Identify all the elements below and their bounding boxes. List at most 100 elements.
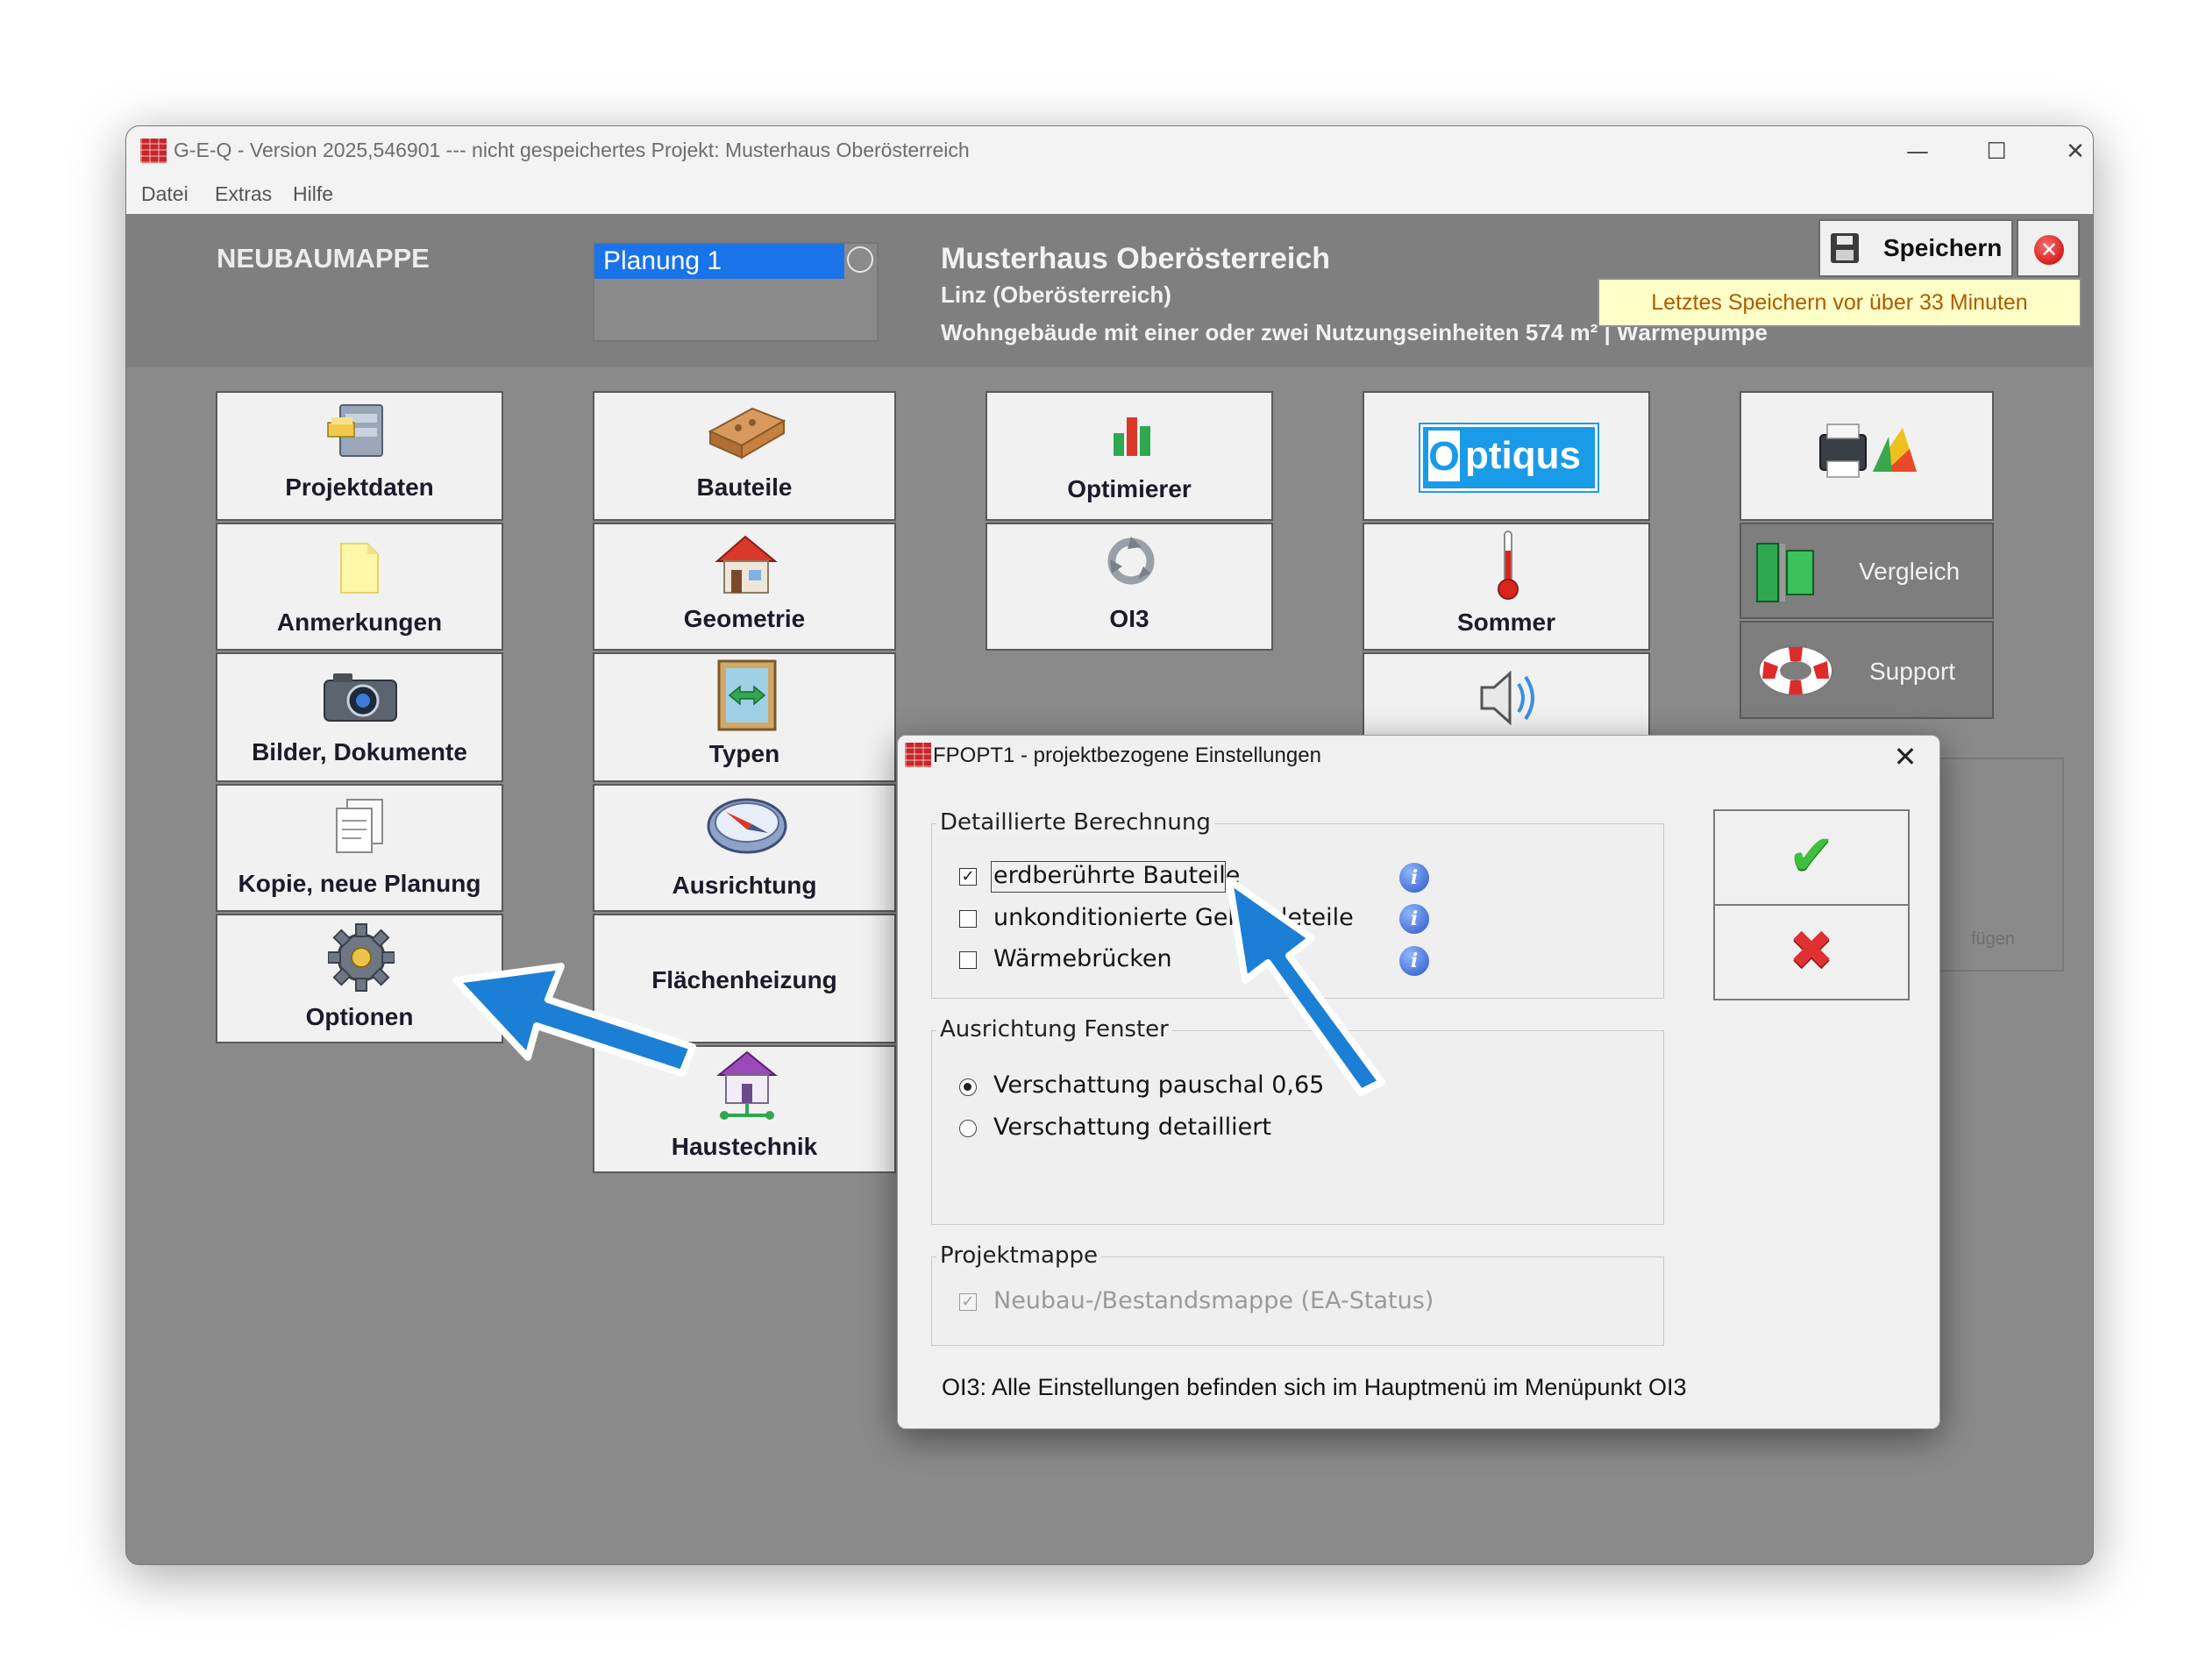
save-hint-tooltip: Letztes Speichern vor über 33 Minuten	[1598, 278, 2081, 327]
label-unkonditionierte-gebaeudeteile[interactable]: unkonditionierte Gebäudeteile	[993, 904, 1354, 931]
tile-anmerkungen[interactable]: Anmerkungen	[216, 523, 503, 651]
house-technology-icon	[716, 1050, 778, 1120]
menu-extras[interactable]: Extras	[215, 182, 272, 206]
tile-bilder-dokumente[interactable]: Bilder, Dokumente	[216, 652, 503, 782]
tile-bauteile[interactable]: Bauteile	[593, 391, 896, 521]
oi3-footer-note: OI3: Alle Einstellungen befinden sich im…	[942, 1374, 1687, 1400]
brick-icon	[708, 407, 786, 459]
planung-radio[interactable]	[847, 246, 873, 273]
menu-bar	[126, 177, 2093, 214]
speaker-icon	[1480, 670, 1534, 726]
tile-label: Kopie, neue Planung	[238, 870, 481, 897]
tile-label: Geometrie	[683, 605, 806, 632]
support-button[interactable]: Support	[1740, 621, 1994, 719]
tile-flaechenheizung[interactable]: Flächenheizung	[593, 914, 896, 1043]
window-close-button[interactable]: ✕	[2040, 132, 2093, 172]
camera-icon	[324, 673, 397, 722]
hidden-panel-text: fügen	[1971, 929, 2016, 949]
checkbox-waermebruecken[interactable]	[959, 951, 977, 969]
tile-label: Bauteile	[696, 473, 793, 501]
tile-label: Bilder, Dokumente	[252, 738, 467, 765]
tile-label: Optionen	[305, 1003, 414, 1030]
info-icon[interactable]: i	[1399, 904, 1429, 934]
label-neubau-bestandsmappe: Neubau-/Bestandsmappe (EA-Status)	[993, 1287, 1434, 1314]
mappe-label: NEUBAUMAPPE	[217, 243, 430, 274]
compare-columns-icon	[1756, 543, 1814, 602]
hidden-panel: fügen	[1932, 758, 2064, 972]
vergleich-button[interactable]: Vergleich	[1740, 523, 1994, 619]
tile-label: OI3	[1109, 605, 1149, 632]
label-verschattung-pauschal[interactable]: Verschattung pauschal 0,65	[993, 1071, 1324, 1099]
radio-verschattung-detailliert[interactable]	[959, 1120, 977, 1137]
tile-sommer[interactable]: Sommer	[1363, 523, 1650, 651]
save-button[interactable]: Speichern	[1818, 219, 2013, 277]
tile-optimierer[interactable]: Optimierer	[986, 391, 1273, 521]
tile-oi3[interactable]: OI3	[986, 523, 1273, 651]
tile-ausrichtung[interactable]: Ausrichtung	[593, 784, 896, 912]
settings-dialog: FPOPT1 - projektbezogene Einstellungen ✕…	[897, 735, 1940, 1429]
title-bar[interactable]: G-E-Q - Version 2025,546901 --- nicht ge…	[126, 126, 2093, 177]
tile-label: Typen	[708, 740, 780, 767]
label-waermebruecken[interactable]: Wärmebrücken	[993, 945, 1172, 972]
ok-button[interactable]: ✔	[1713, 809, 1910, 906]
cancel-button[interactable]: ✖	[1713, 904, 1910, 1000]
dialog-close-button[interactable]: ✕	[1886, 739, 1925, 774]
minimize-button[interactable]: —	[1882, 132, 1953, 172]
tile-ausdruck[interactable]	[1740, 391, 1994, 521]
printer-energy-label-icon	[1819, 424, 1917, 478]
compass-icon	[707, 798, 787, 854]
tile-label: Ausrichtung	[672, 872, 817, 899]
checkbox-erdberuehrte-bauteile[interactable]: ✓	[959, 868, 977, 886]
checkmark-icon: ✔	[1788, 823, 1835, 888]
maximize-button[interactable]: ☐	[1961, 132, 2032, 172]
tile-typen[interactable]: Typen	[593, 652, 896, 782]
checkbox-unkonditionierte-gebaeudeteile[interactable]	[959, 910, 977, 928]
planung-item-selected[interactable]: Planung 1	[594, 244, 844, 279]
lifebuoy-icon	[1758, 645, 1833, 696]
group-title-detaillierte-berechnung: Detaillierte Berechnung	[936, 809, 1214, 836]
window-title: G-E-Q - Version 2025,546901 --- nicht ge…	[174, 139, 970, 161]
floppy-disk-icon	[1831, 233, 1859, 263]
house-icon	[715, 535, 778, 594]
info-icon[interactable]: i	[1399, 863, 1429, 893]
project-name: Musterhaus Oberösterreich	[941, 242, 1331, 275]
radio-verschattung-pauschal[interactable]	[959, 1078, 977, 1096]
tile-label: Optimierer	[1067, 475, 1192, 502]
tile-label: Projektdaten	[285, 473, 434, 501]
window-type-icon	[717, 659, 777, 731]
recycle-icon	[1107, 537, 1155, 585]
save-label: Speichern	[1883, 234, 2003, 261]
tile-haustechnik[interactable]: Haustechnik	[593, 1045, 896, 1173]
tile-optionen[interactable]: Optionen	[216, 914, 503, 1043]
optiqus-logo: O ptiqus	[1420, 424, 1598, 491]
label-erdberuehrte-bauteile[interactable]: erdberührte Bauteile	[993, 862, 1240, 889]
sticky-note-icon	[340, 543, 379, 594]
thermometer-icon	[1498, 530, 1519, 600]
tile-kopie-neue-planung[interactable]: Kopie, neue Planung	[216, 784, 503, 912]
tile-geometrie[interactable]: Geometrie	[593, 523, 896, 651]
tile-optiqus[interactable]: O ptiqus	[1363, 391, 1650, 521]
optiqus-logo-text: ptiqus	[1465, 434, 1581, 477]
support-label: Support	[1869, 658, 1956, 685]
menu-hilfe[interactable]: Hilfe	[293, 182, 333, 206]
info-icon[interactable]: i	[1399, 946, 1429, 976]
app-brick-icon	[140, 139, 167, 163]
menu-datei[interactable]: Datei	[141, 182, 189, 206]
project-location: Linz (Oberösterreich)	[941, 281, 1171, 308]
close-project-button[interactable]: ✕	[2017, 219, 2080, 277]
optiqus-logo-o: O	[1428, 431, 1460, 481]
tile-label: Haustechnik	[671, 1133, 818, 1160]
bar-chart-icon	[1114, 417, 1150, 456]
red-x-icon: ✖	[1789, 918, 1834, 982]
file-cabinet-icon	[327, 404, 383, 457]
tile-label: Anmerkungen	[276, 609, 443, 636]
tile-projektdaten[interactable]: Projektdaten	[216, 391, 503, 521]
app-brick-icon	[905, 743, 931, 767]
checkbox-neubau-bestandsmappe: ✓	[959, 1293, 977, 1311]
label-verschattung-detailliert[interactable]: Verschattung detailliert	[993, 1114, 1271, 1141]
dialog-title: FPOPT1 - projektbezogene Einstellungen	[933, 744, 1321, 767]
gear-icon	[328, 923, 395, 992]
group-title-ausrichtung-fenster: Ausrichtung Fenster	[936, 1016, 1172, 1043]
copy-documents-icon	[336, 799, 383, 853]
group-title-projektmappe: Projektmappe	[936, 1242, 1101, 1269]
